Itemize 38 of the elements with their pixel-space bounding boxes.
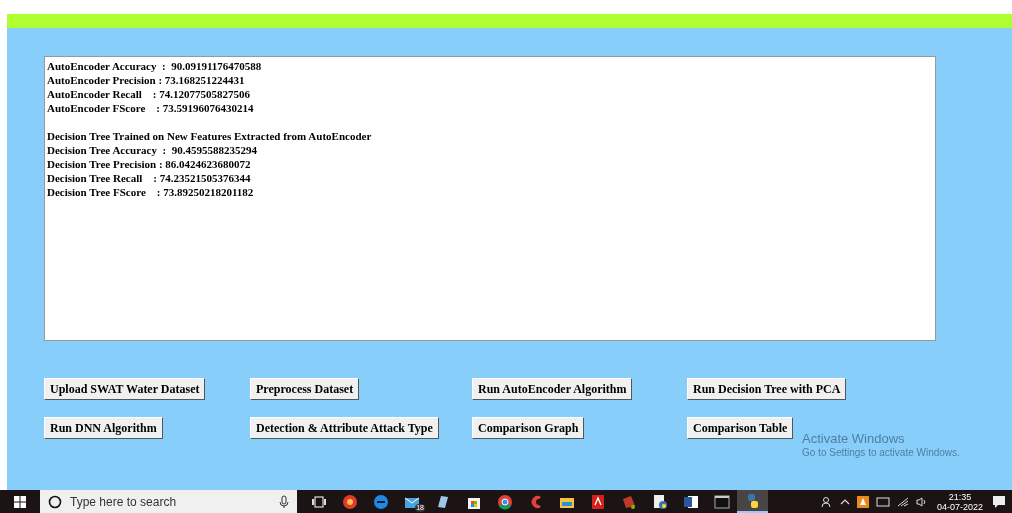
circle-icon xyxy=(48,494,62,509)
action-button[interactable]: Detection & Attribute Attack Type xyxy=(250,417,439,439)
action-button[interactable]: Run AutoEncoder Algorithm xyxy=(472,378,633,400)
action-button[interactable]: Upload SWAT Water Dataset xyxy=(44,378,206,400)
activation-title: Activate Windows xyxy=(802,431,906,447)
activation-subtitle: Go to Settings to activate Windows. xyxy=(802,447,960,459)
output-line: AutoEncoder FScore : 73.59196076430214 xyxy=(47,101,254,115)
action-button[interactable]: Run DNN Algorithm xyxy=(44,417,163,439)
people-icon xyxy=(820,495,833,508)
windows-icon xyxy=(14,495,26,508)
output-line: Decision Tree FScore : 73.89250218201182 xyxy=(47,185,254,199)
terminal-icon xyxy=(713,493,730,510)
clock-time: 21:35 xyxy=(948,491,972,502)
speaker-icon xyxy=(915,496,928,507)
action-button[interactable]: Comparison Graph xyxy=(472,417,585,439)
output-line: AutoEncoder Precision : 73.168251224431 xyxy=(47,73,245,87)
action-button[interactable]: Run Decision Tree with PCA xyxy=(687,378,847,400)
search-field[interactable]: Type here to search xyxy=(70,492,271,511)
keyboard-icon xyxy=(875,496,890,507)
circle-icon xyxy=(341,493,358,510)
pdf-icon xyxy=(589,493,606,510)
output-line: Decision Tree Trained on New Features Extracted from AutoEncoder xyxy=(47,129,372,143)
task-view-icon xyxy=(310,493,327,510)
chevron-up-icon xyxy=(839,498,850,505)
notification-icon xyxy=(992,494,1006,509)
output-line: AutoEncoder Recall : 74.12077505827506 xyxy=(47,87,250,101)
action-button[interactable]: Comparison Table xyxy=(687,417,794,439)
output-line: Decision Tree Precision : 86.0424623680072 xyxy=(47,157,251,171)
output-line: AutoEncoder Accuracy : 90.09191176470588 xyxy=(47,59,262,73)
output-line: Decision Tree Recall : 74.23521505376344 xyxy=(47,171,251,185)
file-icon xyxy=(651,493,668,510)
search-box[interactable]: Type here to search xyxy=(40,490,297,513)
clock-date: 04-07-2022 xyxy=(936,501,983,512)
document-icon xyxy=(682,493,699,510)
action-button[interactable]: Preprocess Dataset xyxy=(250,378,360,400)
taskbar-app-button[interactable] xyxy=(737,490,768,513)
microphone-icon xyxy=(279,494,289,509)
output-line: Decision Tree Accuracy : 90.4595588235294 xyxy=(47,143,257,157)
